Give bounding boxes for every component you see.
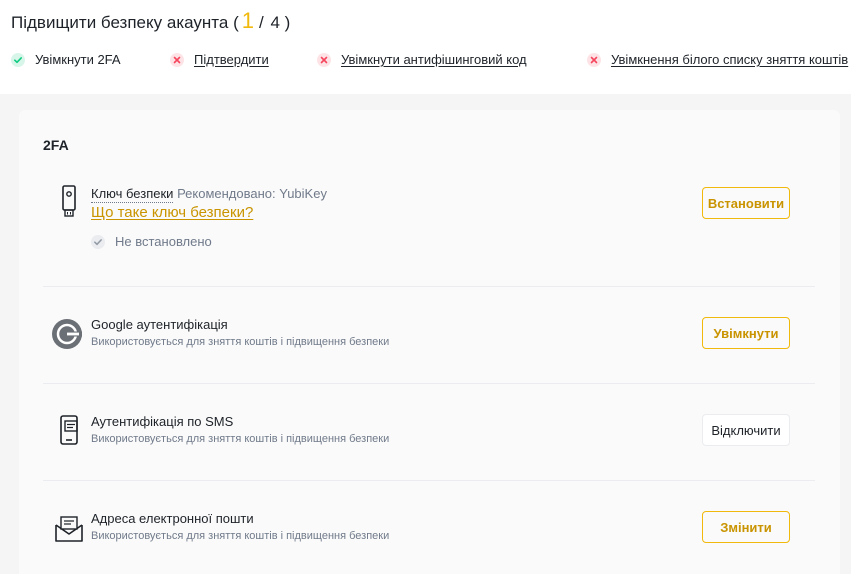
check-circle-icon: [11, 52, 25, 67]
security-key-text: Ключ безпеки Рекомендовано: YubiKey Що т…: [91, 186, 327, 249]
install-security-key-button[interactable]: Встановити: [702, 187, 790, 219]
progress-separator: /: [259, 13, 264, 32]
google-authenticator-icon: [52, 319, 82, 349]
security-progress-header: Підвищити безпеку акаунта (1 / 4 ) Увімкн…: [0, 0, 851, 94]
progress-current: 1: [241, 8, 254, 33]
sms-auth-name: Аутентифікація по SMS: [91, 414, 234, 429]
step-label: Увімкнути 2FA: [35, 52, 121, 67]
step-verify[interactable]: Підтвердити: [170, 52, 269, 67]
cross-circle-icon: [170, 52, 184, 67]
progress-open: (: [233, 13, 239, 32]
step-link[interactable]: Підтвердити: [194, 52, 269, 67]
google-auth-row: Google аутентифікація Використовується д…: [43, 310, 815, 360]
2fa-card: 2FA Ключ безпеки Рекомендовано: YubiKey …: [19, 110, 840, 574]
email-envelope-icon: [55, 516, 83, 542]
divider: [43, 286, 815, 287]
email-text: Адреса електронної пошти Використовуєтьс…: [91, 511, 389, 542]
progress-close: ): [284, 13, 291, 32]
enable-google-auth-button[interactable]: Увімкнути: [702, 317, 790, 349]
google-auth-name: Google аутентифікація: [91, 317, 228, 332]
security-key-name: Ключ безпеки: [91, 186, 174, 203]
sms-phone-icon: [60, 415, 78, 445]
progress-total: 4: [270, 13, 280, 32]
security-key-recommended: Рекомендовано: YubiKey: [177, 186, 327, 201]
check-circle-icon: [91, 234, 105, 249]
email-row: Адреса електронної пошти Використовуєтьс…: [43, 504, 815, 554]
cross-circle-icon: [587, 52, 601, 67]
page-title: Підвищити безпеку акаунта (1 / 4 ): [11, 8, 290, 34]
step-enable-2fa: Увімкнути 2FA: [11, 52, 121, 67]
security-key-icon: [62, 185, 76, 217]
sms-auth-description: Використовується для зняття коштів і під…: [91, 433, 390, 445]
security-key-status-text: Не встановлено: [115, 234, 212, 249]
page-title-text: Підвищити безпеку акаунта: [11, 13, 229, 32]
security-key-title: Ключ безпеки Рекомендовано: YubiKey: [91, 186, 327, 203]
step-withdrawal-whitelist[interactable]: Увімкнення білого списку зняття коштів: [587, 52, 848, 67]
sms-auth-text: Аутентифікація по SMS Використовується д…: [91, 414, 389, 445]
sms-auth-row: Аутентифікація по SMS Використовується д…: [43, 407, 815, 457]
google-auth-description: Використовується для зняття коштів і під…: [91, 336, 390, 348]
google-auth-text: Google аутентифікація Використовується д…: [91, 317, 389, 348]
security-key-status: Не встановлено: [91, 234, 327, 249]
section-title: 2FA: [43, 137, 69, 153]
what-is-security-key-link[interactable]: Що таке ключ безпеки?: [91, 204, 253, 221]
step-link[interactable]: Увімкнути антифішинговий код: [341, 52, 527, 67]
email-description: Використовується для зняття коштів і під…: [91, 530, 390, 542]
divider: [43, 480, 815, 481]
change-email-button[interactable]: Змінити: [702, 511, 790, 543]
cross-circle-icon: [317, 52, 331, 67]
step-anti-phishing[interactable]: Увімкнути антифішинговий код: [317, 52, 527, 67]
step-link[interactable]: Увімкнення білого списку зняття коштів: [611, 52, 848, 67]
security-key-row: Ключ безпеки Рекомендовано: YubiKey Що т…: [43, 182, 815, 282]
email-name: Адреса електронної пошти: [91, 511, 254, 526]
divider: [43, 383, 815, 384]
disable-sms-button[interactable]: Відключити: [702, 414, 790, 446]
